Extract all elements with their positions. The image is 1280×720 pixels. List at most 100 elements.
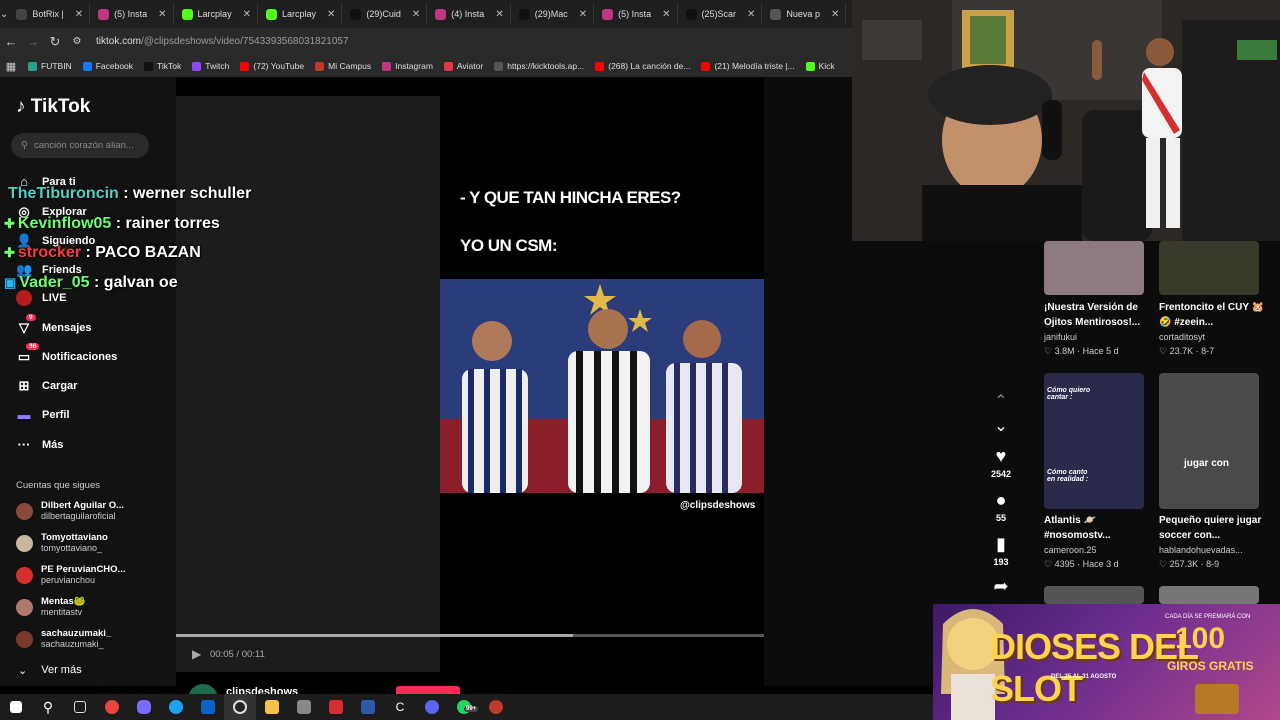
close-tab-icon[interactable]: ✕ [579, 9, 587, 20]
followed-account[interactable]: PE PeruvianCHO... peruvianchou [16, 564, 125, 586]
follow-button[interactable] [396, 686, 460, 694]
close-tab-icon[interactable]: ✕ [495, 9, 503, 20]
video-thumbnail[interactable] [1044, 586, 1144, 604]
browser-tab[interactable]: (4) Insta ✕ [429, 3, 511, 25]
comment-button[interactable]: ● 55 [989, 490, 1013, 523]
back-icon[interactable]: ← [0, 34, 22, 49]
file-explorer-icon[interactable] [256, 694, 288, 720]
reload-icon[interactable]: ↻ [44, 34, 66, 50]
app-icon[interactable] [320, 694, 352, 720]
chat-text: werner schuller [133, 185, 252, 202]
bookmark-item[interactable]: (268) La canción de... [595, 61, 690, 71]
bookmark-item[interactable]: Kick [805, 61, 835, 71]
search-icon[interactable]: ⚲ [32, 694, 64, 720]
browser-tab[interactable]: BotRix | ✕ [10, 3, 91, 25]
prev-video-icon[interactable]: ⌃ [989, 391, 1013, 411]
share-button[interactable]: ➦ [989, 576, 1013, 597]
chrome-icon[interactable] [96, 694, 128, 720]
app-icon[interactable]: C [384, 694, 416, 720]
upload-icon: ⊞ [18, 378, 30, 393]
bookmark-item[interactable]: TikTok [144, 61, 181, 71]
browser-tab[interactable]: (29)Cuid ✕ [344, 3, 428, 25]
bookmark-item[interactable]: (21) Melodía triste |... [701, 61, 795, 71]
bookmark-item[interactable]: Instagram [382, 61, 433, 71]
video-caption-line1: - Y QUE TAN HINCHA ERES? [460, 188, 681, 207]
app-icon[interactable] [288, 694, 320, 720]
bookmark-item[interactable]: Mi Campus [315, 61, 371, 71]
bookmark-item[interactable]: Twitch [192, 61, 229, 71]
forward-icon[interactable]: → [22, 34, 44, 49]
browser-tab[interactable]: Nueva p ✕ [764, 3, 847, 25]
video-stats: ♡ 23.7K · 8-7 [1159, 346, 1214, 357]
apps-grid-icon[interactable]: ▦ [0, 60, 22, 73]
whatsapp-icon[interactable]: 99+ [448, 694, 480, 720]
view-count: 257.3K [1169, 559, 1199, 569]
outlook-icon[interactable] [192, 694, 224, 720]
video-title[interactable]: ¡Nuestra Versión de Ojitos Mentirosos!..… [1044, 300, 1152, 330]
search-input[interactable]: ⚲ canción corazón alian... [11, 133, 149, 158]
close-tab-icon[interactable]: ✕ [158, 9, 166, 20]
discord-icon[interactable] [416, 694, 448, 720]
post-date: 8-7 [1201, 346, 1215, 356]
close-tab-icon[interactable]: ✕ [831, 9, 839, 20]
bookmark-item[interactable]: Aviator [443, 61, 483, 71]
play-icon[interactable]: ▶ [192, 647, 201, 661]
video-thumbnail[interactable] [1159, 373, 1259, 509]
video-title[interactable]: Frentoncito el CUY 🐹 🤣 #zeein... [1159, 300, 1267, 330]
video-title[interactable]: Pequeño quiere jugar soccer con... [1159, 513, 1267, 543]
more-icon: ··· [17, 437, 31, 452]
next-video-icon[interactable]: ⌄ [989, 416, 1013, 436]
close-tab-icon[interactable]: ✕ [327, 9, 335, 20]
video-author[interactable]: cortaditosyt [1159, 332, 1205, 342]
edge-icon[interactable] [160, 694, 192, 720]
like-button[interactable]: ♥ 2542 [989, 446, 1013, 479]
close-tab-icon[interactable]: ✕ [662, 9, 670, 20]
save-button[interactable]: ▮ 193 [989, 534, 1013, 567]
see-more-button[interactable]: ⌄ Ver más [18, 664, 82, 677]
browser-tab[interactable]: Larcplay ✕ [176, 3, 258, 25]
bookmark-item[interactable]: FUTBIN [28, 61, 72, 71]
followed-account[interactable]: Mentas🐸 mentitastv [16, 596, 86, 618]
nav-live[interactable]: LIVE [16, 290, 66, 306]
followed-account[interactable]: Tomyottaviano tomyottaviano_ [16, 532, 108, 554]
followed-account[interactable]: Dilbert Aguilar O... dilbertaguilaroficia… [16, 500, 124, 522]
nav-more[interactable]: ··· Más [16, 437, 64, 452]
url-field[interactable]: tiktok.com/@clipsdeshows/video/754339356… [96, 36, 349, 47]
word-icon[interactable] [352, 694, 384, 720]
close-tab-icon[interactable]: ✕ [75, 9, 83, 20]
close-tab-icon[interactable]: ✕ [243, 9, 251, 20]
followed-account[interactable]: sachauzumaki_ sachauzumaki_ [16, 628, 111, 650]
app-icon[interactable] [480, 694, 512, 720]
close-tab-icon[interactable]: ✕ [412, 9, 420, 20]
tiktok-logo[interactable]: ♪ TikTok [16, 96, 90, 118]
nav-notifications[interactable]: ▭ 36 Notificaciones [16, 343, 117, 365]
video-thumbnail[interactable] [1159, 586, 1259, 604]
site-info-icon[interactable]: ⚙ [66, 36, 88, 47]
task-view-icon[interactable] [64, 694, 96, 720]
nav-upload[interactable]: ⊞ Cargar [16, 378, 78, 394]
bookmark-item[interactable]: https://kicktools.ap... [494, 61, 584, 71]
bookmark-item[interactable]: Facebook [82, 61, 133, 71]
copilot-icon[interactable] [128, 694, 160, 720]
close-tab-icon[interactable]: ✕ [747, 9, 755, 20]
browser-tab[interactable]: (5) Insta ✕ [92, 3, 174, 25]
browser-tab[interactable]: (29)Mac ✕ [513, 3, 595, 25]
browser-tab[interactable]: (5) Insta ✕ [596, 3, 678, 25]
browser-tab[interactable]: (25)Scar ✕ [680, 3, 763, 25]
video-author[interactable]: janifukui [1044, 332, 1077, 342]
windows-start-icon[interactable] [0, 694, 32, 720]
video-thumbnail[interactable] [1044, 241, 1144, 295]
tab-menu-chevron-icon[interactable]: ⌄ [0, 9, 8, 20]
browser-tab[interactable]: Larcplay ✕ [260, 3, 343, 25]
video-title[interactable]: Atlantis 🪐 #nosomostv... [1044, 513, 1152, 543]
video-author[interactable]: hablandohuevadas... [1159, 545, 1243, 555]
bookmark-item[interactable]: (72) YouTube [240, 61, 304, 71]
nav-messages[interactable]: ▽ 9 Mensajes [16, 314, 92, 336]
bookmark-favicon-icon [701, 61, 711, 71]
obs-icon[interactable] [224, 694, 256, 720]
slot-ad-banner[interactable]: DIOSES DEL SLOT DEL 25 AL 31 AGOSTO CADA… [933, 604, 1280, 720]
video-author[interactable]: cameroon.25 [1044, 545, 1097, 555]
nav-profile[interactable]: ▬ Perfil [16, 407, 70, 422]
video-stats: ♡ 4395 · Hace 3 d [1044, 559, 1119, 570]
video-thumbnail[interactable] [1159, 241, 1259, 295]
